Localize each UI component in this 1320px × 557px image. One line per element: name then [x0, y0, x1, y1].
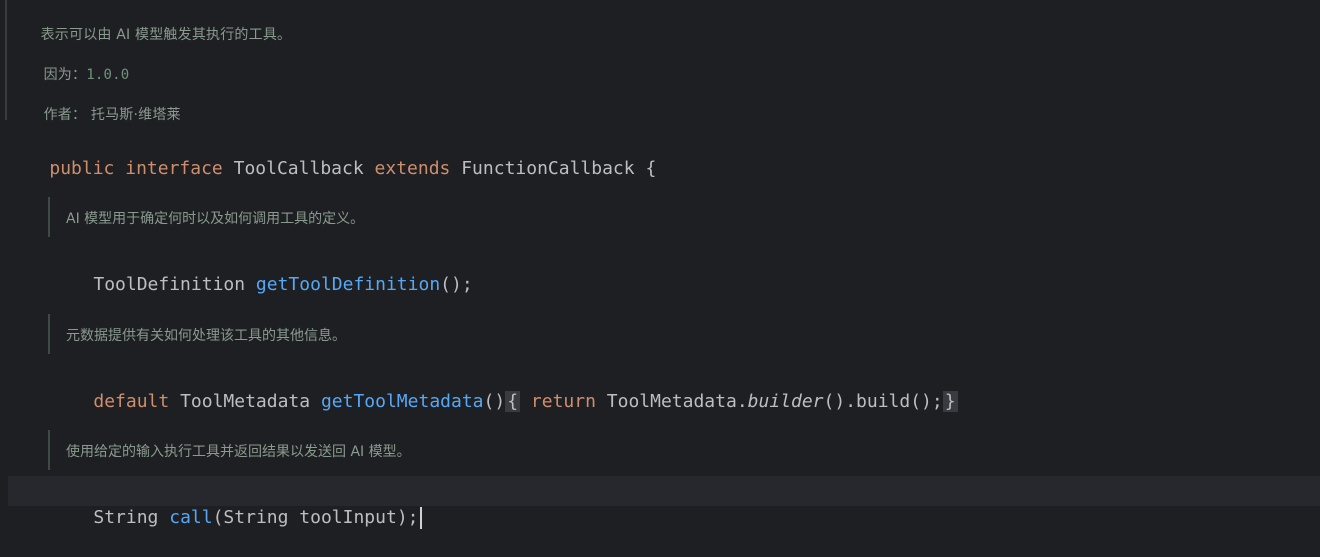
method-get-tool-metadata[interactable]: default ToolMetadata getToolMetadata(){ … [50, 363, 958, 412]
since-label: 因为： [43, 67, 87, 83]
method-doc-get-tool-metadata: 元数据提供有关如何处理该工具的其他信息。 [48, 314, 346, 354]
method-params: (String toolInput); [212, 507, 419, 528]
method-name[interactable]: call [169, 507, 212, 528]
body-rest: ().build(); [823, 391, 943, 412]
text-caret [419, 507, 422, 529]
method-get-tool-definition[interactable]: ToolDefinition getToolDefinition(); [50, 246, 472, 295]
class-doc-text: 表示可以由 AI 模型触发其执行的工具。 [40, 27, 292, 43]
folded-close-brace[interactable]: } [942, 391, 958, 412]
return-type[interactable]: ToolMetadata [180, 391, 310, 412]
interface-name[interactable]: ToolCallback [234, 158, 364, 179]
method-doc-text: 使用给定的输入执行工具并返回结果以发送回 AI 模型。 [66, 444, 411, 460]
code-editor[interactable]: 表示可以由 AI 模型触发其执行的工具。 因为：1.0.0 作者： 托马斯·维塔… [0, 0, 1320, 530]
method-doc-text: AI 模型用于确定何时以及如何调用工具的定义。 [66, 211, 365, 227]
since-value: 1.0.0 [86, 67, 130, 83]
folded-open-brace[interactable]: { [505, 391, 521, 412]
method-doc-get-tool-definition: AI 模型用于确定何时以及如何调用工具的定义。 [48, 197, 364, 237]
method-name[interactable]: getToolDefinition [256, 274, 440, 295]
body-builder-call[interactable]: builder [748, 391, 824, 412]
method-params: (); [440, 274, 473, 295]
method-params: () [483, 391, 506, 412]
method-doc-call: 使用给定的输入执行工具并返回结果以发送回 AI 模型。 [48, 430, 411, 470]
return-type[interactable]: String [93, 507, 158, 528]
open-brace: { [645, 158, 657, 179]
author-label: 作者： [43, 107, 87, 123]
method-call[interactable]: String call(String toolInput); [50, 479, 422, 529]
doc-gutter-rule [5, 0, 7, 120]
parent-interface-name[interactable]: FunctionCallback [461, 158, 634, 179]
default-keyword: default [93, 391, 170, 412]
method-name[interactable]: getToolMetadata [321, 391, 484, 412]
extends-keyword: extends [374, 158, 451, 179]
interface-declaration[interactable]: public interface ToolCallback extends Fu… [6, 130, 656, 179]
method-doc-text: 元数据提供有关如何处理该工具的其他信息。 [66, 328, 346, 344]
public-keyword: public [49, 158, 115, 179]
return-type[interactable]: ToolDefinition [93, 274, 245, 295]
body-class-name[interactable]: ToolMetadata [607, 391, 737, 412]
interface-keyword: interface [125, 158, 223, 179]
body-dot: . [736, 391, 748, 412]
return-keyword: return [530, 391, 596, 412]
author-value: 托马斯·维塔莱 [90, 107, 181, 123]
